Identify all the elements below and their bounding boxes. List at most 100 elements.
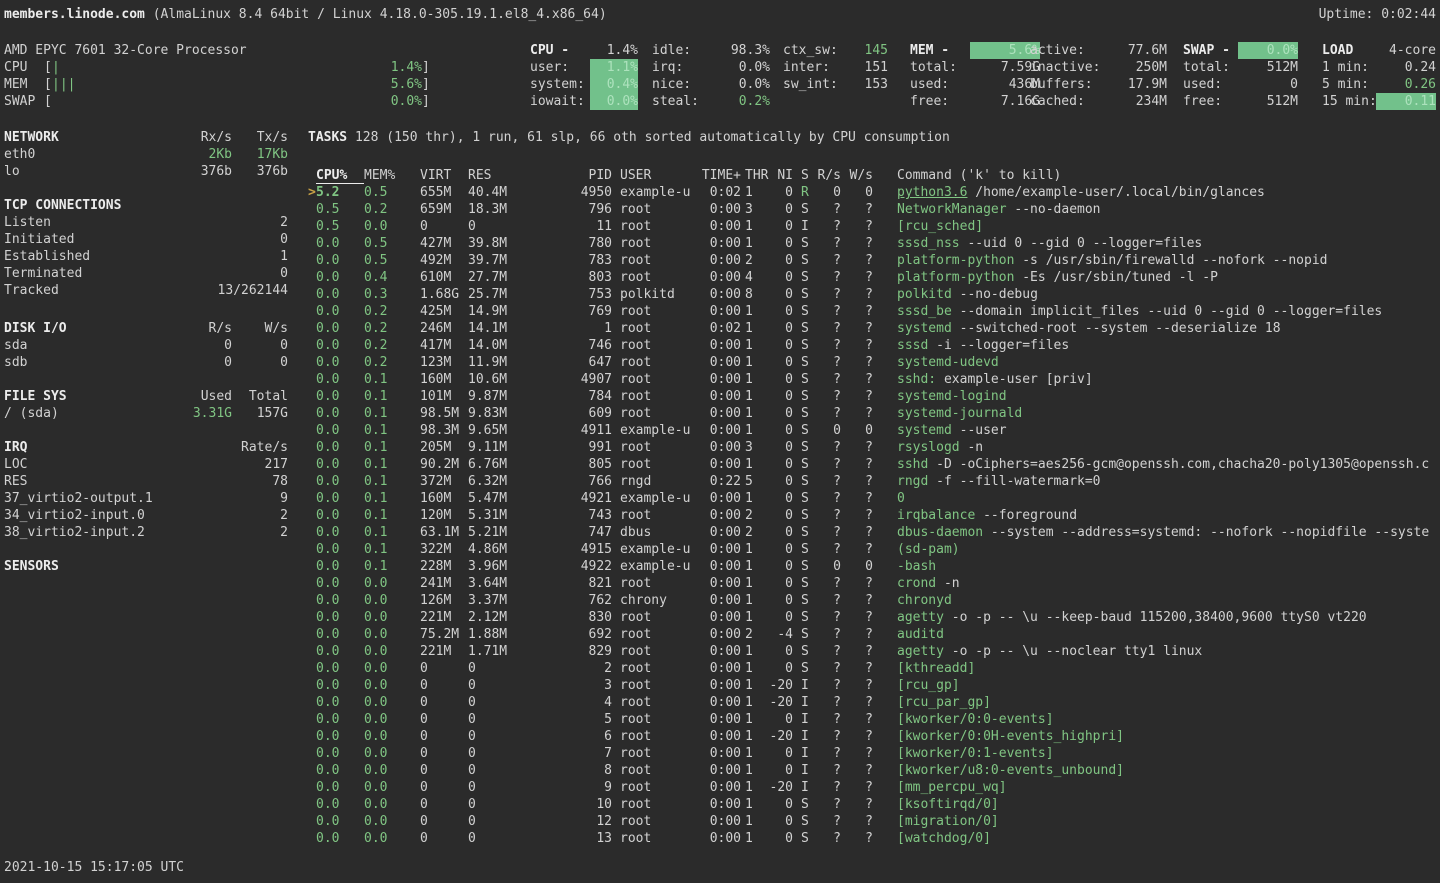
cell-user: root (620, 660, 696, 677)
cell-time: 0:02 (696, 184, 741, 201)
cell-res: 0 (468, 796, 512, 813)
cell-pid: 4915 (512, 541, 612, 558)
cell-gap (612, 660, 620, 677)
process-row: 0.00.163.1M5.21M747dbus0:0020S??dbus-dae… (308, 524, 1436, 541)
process-command-name: irqbalance (897, 508, 975, 523)
cell-gap (612, 643, 620, 660)
process-command-args: --system --address=systemd: --nofork --n… (983, 525, 1429, 540)
cell-marker (308, 456, 316, 473)
cell-pid: 821 (512, 575, 612, 592)
cell-pid: 4921 (512, 490, 612, 507)
cell-marker (308, 762, 316, 779)
cell-thr: 1 (745, 575, 769, 592)
cell-gap (873, 677, 897, 694)
cell-thr: 2 (745, 252, 769, 269)
cell-cmd: systemd --user (897, 422, 1436, 439)
cell-pid: 805 (512, 456, 612, 473)
sidebar-col2-header (232, 558, 288, 575)
stat-row-cpu-extra: nice:0.0% (652, 76, 770, 93)
cell-virt: 98.5M (420, 405, 468, 422)
cell-thr: 2 (745, 507, 769, 524)
sidebar-row-value1: 0 (172, 354, 232, 371)
cell-gap (873, 184, 897, 201)
sidebar-header-irq: IRQRate/s (4, 439, 288, 456)
cell-cmd: rsyslogd -n (897, 439, 1436, 456)
process-command-args: -o -p -- \u --keep-baud 115200,38400,960… (944, 610, 1367, 625)
cell-cpu: 0.0 (316, 269, 364, 286)
cell-pid: 692 (512, 626, 612, 643)
stat-value: 0.11 (1376, 93, 1436, 110)
process-row: 0.00.1120M5.31M743root0:0020S??irqbalanc… (308, 507, 1436, 524)
cell-rs: ? (813, 728, 841, 745)
stat-value: 145 (848, 42, 888, 59)
process-command-name: [rcu_par_gp] (897, 695, 991, 710)
sidebar-col2-header: W/s (232, 320, 288, 337)
cell-user: root (620, 626, 696, 643)
cell-ni: -4 (769, 626, 793, 643)
cell-gap (612, 762, 620, 779)
cell-cpu: 0.0 (316, 252, 364, 269)
cell-marker (308, 422, 316, 439)
cell-ni: 0 (769, 592, 793, 609)
cell-mem: 0.2 (364, 303, 420, 320)
stat-row-swap: total:512M (1183, 59, 1298, 76)
cell-virt: 90.2M (420, 456, 468, 473)
cell-gap (873, 473, 897, 490)
stat-row-memory-extra: cached:234M (1030, 93, 1167, 110)
cell-cmd: systemd-udevd (897, 354, 1436, 371)
stat-row-memory: free:7.16G (910, 93, 1040, 110)
process-row: 0.00.0007root0:0010I??[kworker/0:1-event… (308, 745, 1436, 762)
cell-s: I (801, 728, 813, 745)
cell-marker (308, 643, 316, 660)
header-ws: W/s (845, 167, 873, 184)
stat-value: 512M (1238, 93, 1298, 110)
stat-label: active: (1030, 42, 1115, 59)
process-row: 0.00.4610M27.7M803root0:0040S??platform-… (308, 269, 1436, 286)
cell-rs: ? (813, 762, 841, 779)
cell-virt: 126M (420, 592, 468, 609)
cell-ws: ? (845, 609, 873, 626)
gauge-open-bracket: [ (44, 93, 52, 110)
cell-rs: ? (813, 371, 841, 388)
cell-ws: ? (845, 643, 873, 660)
cell-user: root (620, 796, 696, 813)
cell-ni: 0 (769, 286, 793, 303)
cell-cmd: systemd-journald (897, 405, 1436, 422)
gauge-percent: 0.0% (391, 93, 422, 110)
cell-gap (793, 320, 801, 337)
cell-res: 27.7M (468, 269, 512, 286)
cell-pid: 7 (512, 745, 612, 762)
cell-time: 0:00 (696, 830, 741, 847)
cell-virt: 0 (420, 677, 468, 694)
cell-s: S (801, 286, 813, 303)
cell-gap (612, 813, 620, 830)
cell-res: 0 (468, 218, 512, 235)
cell-gap (873, 745, 897, 762)
cell-marker (308, 303, 316, 320)
sidebar-row-value2: 2 (232, 214, 288, 231)
cell-virt: 75.2M (420, 626, 468, 643)
sidebar-row-value1 (172, 456, 232, 473)
cell-pid: 769 (512, 303, 612, 320)
cell-thr: 5 (745, 473, 769, 490)
cell-res: 9.83M (468, 405, 512, 422)
sidebar-col1-header: Rx/s (172, 129, 232, 146)
cell-rs: ? (813, 830, 841, 847)
stat-value: 17.9M (1115, 76, 1167, 93)
cell-user: root (620, 507, 696, 524)
cell-gap (873, 456, 897, 473)
cell-cmd: crond -n (897, 575, 1436, 592)
cell-gap (873, 660, 897, 677)
cell-ws: ? (845, 762, 873, 779)
cell-ws: ? (845, 286, 873, 303)
cell-ni: 0 (769, 575, 793, 592)
gauge-ticks: ||| (52, 76, 75, 93)
cell-mem: 0.2 (364, 354, 420, 371)
cell-rs: 0 (813, 422, 841, 439)
cell-marker (308, 524, 316, 541)
cell-gap (873, 711, 897, 728)
cell-res: 3.64M (468, 575, 512, 592)
cell-gap (793, 184, 801, 201)
cell-time: 0:00 (696, 592, 741, 609)
cell-s: S (801, 337, 813, 354)
